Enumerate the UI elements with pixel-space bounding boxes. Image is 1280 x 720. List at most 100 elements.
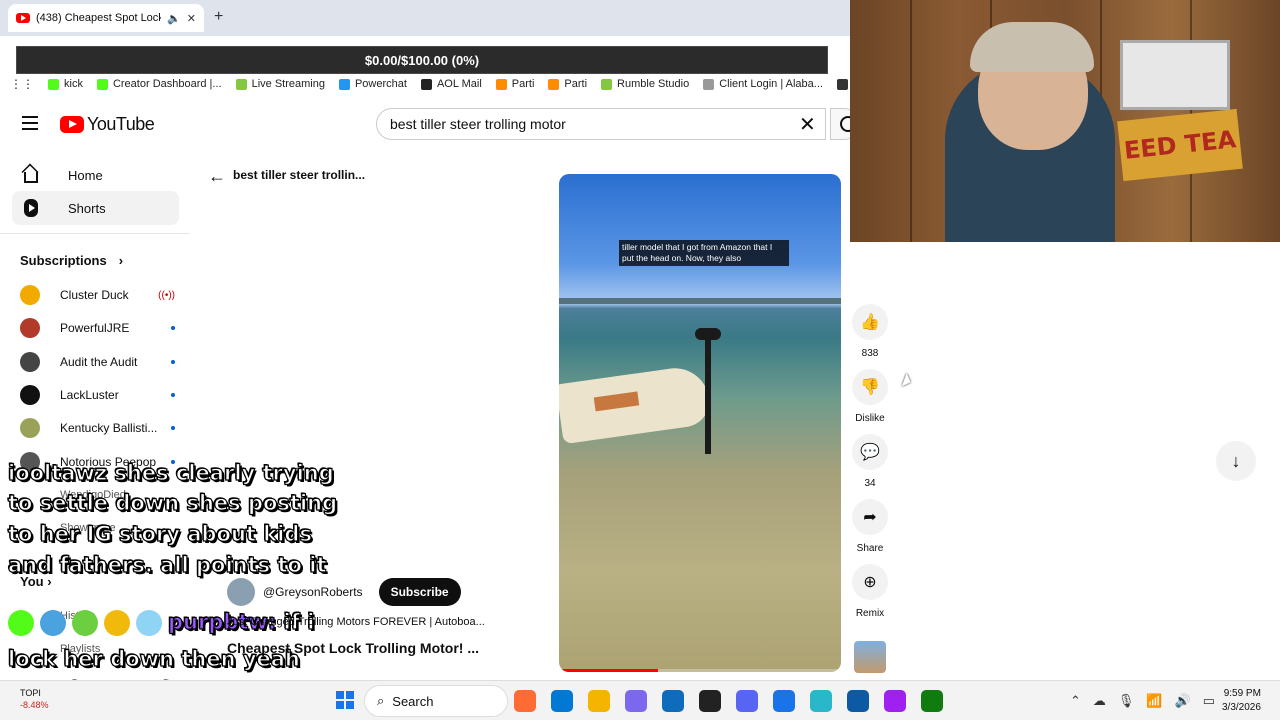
- remix-icon[interactable]: ⊕: [852, 564, 888, 600]
- bookmark-item[interactable]: Parti: [548, 78, 587, 90]
- dislike-action[interactable]: 👎 Dislike: [850, 369, 890, 424]
- channel-name[interactable]: @GreysonRoberts: [263, 585, 363, 599]
- mouse-cursor-icon: [901, 373, 914, 389]
- taskbar-app-icon[interactable]: [514, 690, 536, 712]
- like-count: 838: [861, 348, 879, 359]
- bookmark-label: Parti: [511, 78, 535, 90]
- sidebar-item-label: Shorts: [68, 200, 106, 216]
- taskbar-app-icon[interactable]: [588, 690, 610, 712]
- live-icon: ((•)): [158, 289, 175, 301]
- video-title[interactable]: Cheapest Spot Lock Trolling Motor! ...: [227, 640, 479, 656]
- bookmark-label: Powerchat: [354, 78, 407, 90]
- sound-thumbnail[interactable]: [854, 641, 886, 673]
- new-tab-button[interactable]: +: [214, 8, 223, 26]
- clear-search-icon[interactable]: ✕: [799, 112, 816, 137]
- chevron-up-icon[interactable]: ⌃: [1070, 693, 1081, 709]
- menu-icon[interactable]: [22, 116, 38, 130]
- bookmark-favicon-icon: [601, 78, 613, 90]
- apps-grid-icon[interactable]: ⋮⋮: [10, 77, 34, 91]
- shorts-video-player[interactable]: tiller model that I got from Amazon that…: [559, 174, 841, 672]
- subscriptions-heading[interactable]: Subscriptions ›: [20, 253, 123, 268]
- home-icon: [24, 172, 38, 183]
- grid-emote-icon: [136, 610, 162, 636]
- browser-tab[interactable]: (438) Cheapest Spot Lock T 🔈 ✕: [8, 4, 204, 32]
- subscription-item[interactable]: Audit the Audit: [20, 347, 175, 377]
- sidebar-divider: [0, 233, 190, 234]
- subscription-name: PowerfulJRE: [60, 321, 130, 335]
- search-icon: ⌕: [377, 693, 385, 708]
- bookmark-item[interactable]: AOL Mail: [420, 78, 482, 90]
- taskbar-app-icon[interactable]: [736, 690, 758, 712]
- subscription-item[interactable]: LackLuster: [20, 380, 175, 410]
- onedrive-icon[interactable]: ☁: [1093, 693, 1106, 709]
- subscription-item[interactable]: Cluster Duck ((•)): [20, 280, 175, 310]
- stream-chat-overlay-line: to settle down shes posting: [7, 490, 338, 515]
- subscription-item[interactable]: PowerfulJRE: [20, 313, 175, 343]
- channel-row: @GreysonRoberts Subscribe: [227, 578, 461, 606]
- taskbar-app-icon[interactable]: [662, 690, 684, 712]
- bookmark-item[interactable]: Client Login | Alaba...: [703, 78, 823, 90]
- search-input[interactable]: best tiller steer trolling motor: [376, 108, 826, 140]
- speaker-icon[interactable]: 🔈: [167, 12, 181, 25]
- bookmark-item[interactable]: Parti: [495, 78, 535, 90]
- bookmark-item[interactable]: Rumble Studio: [601, 78, 689, 90]
- wifi-icon[interactable]: 📶: [1146, 693, 1162, 709]
- bookmark-favicon-icon: [420, 78, 432, 90]
- subscription-name: LackLuster: [60, 388, 119, 402]
- comments-action[interactable]: 💬 34: [850, 434, 890, 489]
- battery-icon[interactable]: ▭: [1203, 693, 1215, 709]
- remix-action[interactable]: ⊕ Remix: [850, 564, 890, 619]
- youtube-logo-icon: [60, 116, 84, 133]
- bookmark-label: Parti: [564, 78, 588, 90]
- taskbar-search[interactable]: ⌕ Search: [364, 685, 508, 717]
- taskbar-app-icon[interactable]: [625, 690, 647, 712]
- subscribe-button[interactable]: Subscribe: [378, 578, 461, 606]
- bookmark-label: kick: [64, 78, 83, 90]
- taskbar-app-icon[interactable]: [551, 690, 573, 712]
- next-short-arrow-icon[interactable]: ↓: [1216, 441, 1256, 481]
- bookmark-item[interactable]: Creator Dashboard |...: [96, 78, 222, 90]
- video-progress-bar[interactable]: [559, 669, 841, 672]
- wall-sign: EED TEA: [1117, 108, 1243, 182]
- thumbs-up-icon[interactable]: 👍: [852, 304, 888, 340]
- bookmark-item[interactable]: Live Streaming: [235, 78, 325, 90]
- taskbar-app-icon[interactable]: [699, 690, 721, 712]
- sidebar-item-shorts[interactable]: Shorts: [12, 191, 179, 225]
- channel-avatar: [20, 318, 40, 338]
- subscription-item[interactable]: Kentucky Ballisti...: [20, 413, 175, 443]
- microphone-icon[interactable]: 🎙: [1118, 693, 1135, 709]
- like-action[interactable]: 👍 838: [850, 304, 890, 359]
- bookmark-item[interactable]: kick: [48, 78, 83, 90]
- share-action[interactable]: ➦ Share: [850, 499, 890, 554]
- channel-avatar[interactable]: [227, 578, 255, 606]
- clock[interactable]: 9:59 PM 3/3/2026: [1222, 687, 1261, 715]
- sidebar-item-home[interactable]: Home: [12, 158, 179, 192]
- bookmark-item[interactable]: Login: [836, 78, 850, 90]
- bookmark-item[interactable]: Powerchat: [338, 78, 407, 90]
- youtube-logo[interactable]: YouTube: [60, 114, 155, 135]
- taskbar-app-icon[interactable]: [921, 690, 943, 712]
- shorts-search-query[interactable]: best tiller steer trollin...: [233, 168, 365, 182]
- windows-start-icon[interactable]: [336, 691, 354, 709]
- share-icon[interactable]: ➦: [852, 499, 888, 535]
- stream-chat-overlay-line: to her IG story about kids: [7, 521, 312, 546]
- boat-image: [559, 363, 713, 445]
- video-subtitle[interactable]: Just Changed Trolling Motors FOREVER | A…: [227, 616, 547, 628]
- remix-label: Remix: [855, 608, 885, 619]
- windows-taskbar: TOPI -8.48% ⌕ Search ⌃ ☁ 🎙 📶 🔊 ▭ 9:59 PM…: [0, 680, 1280, 720]
- taskbar-app-icon[interactable]: [884, 690, 906, 712]
- taskbar-app-icon[interactable]: [847, 690, 869, 712]
- taskbar-app-icon[interactable]: [773, 690, 795, 712]
- close-tab-icon[interactable]: ✕: [187, 12, 196, 25]
- back-arrow-icon[interactable]: ←: [208, 166, 226, 187]
- channel-avatar: [20, 418, 40, 438]
- browser-tab-strip: (438) Cheapest Spot Lock T 🔈 ✕ +: [0, 0, 850, 36]
- volume-icon[interactable]: 🔊: [1175, 693, 1191, 709]
- taskbar-app-icon[interactable]: [810, 690, 832, 712]
- stock-widget[interactable]: TOPI -8.48%: [20, 687, 49, 711]
- wall-plank: [910, 0, 912, 242]
- trolling-motor-shaft: [705, 334, 711, 454]
- bookmark-label: Creator Dashboard |...: [112, 78, 222, 90]
- comment-icon[interactable]: 💬: [852, 434, 888, 470]
- thumbs-down-icon[interactable]: 👎: [852, 369, 888, 405]
